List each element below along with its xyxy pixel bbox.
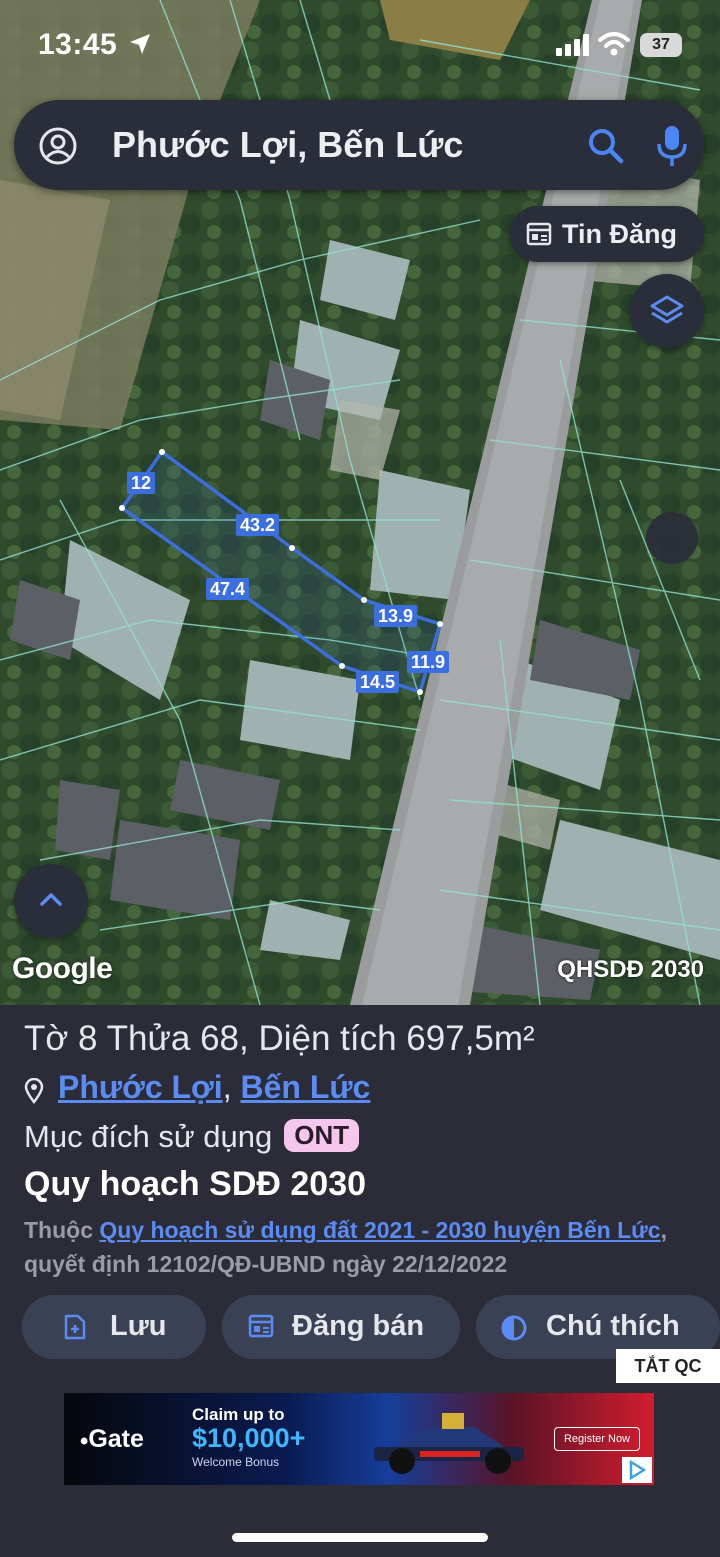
cellular-signal-icon <box>556 34 589 56</box>
ad-claim: Claim up to <box>192 1405 285 1424</box>
battery-indicator: 37 <box>640 33 682 57</box>
parcel-dimension-label: 13.9 <box>374 605 418 627</box>
listings-button[interactable]: Tin Đăng <box>510 206 704 262</box>
parcel-dimension-label: 14.5 <box>356 671 400 693</box>
search-query[interactable]: Phước Lợi, Bến Lức <box>112 124 463 166</box>
layers-button[interactable] <box>630 274 704 348</box>
listing-form-icon <box>248 1314 274 1338</box>
ad-brand-logo: 🞄Gate <box>80 1425 144 1453</box>
save-button[interactable]: Lưu <box>22 1295 206 1359</box>
ad-brand: Gate <box>88 1425 144 1453</box>
plan-title: Quy hoạch SDĐ 2030 <box>24 1165 367 1203</box>
account-icon[interactable] <box>38 126 78 166</box>
ad-register-button[interactable]: Register Now <box>554 1427 640 1451</box>
status-bar: 13:45 37 <box>0 0 720 92</box>
plan-link[interactable]: Quy hoạch sử dụng đất 2021 - 2030 huyện … <box>99 1217 660 1243</box>
home-indicator[interactable] <box>232 1533 488 1542</box>
ad-amount: $10,000+ <box>192 1423 306 1453</box>
compass-button[interactable] <box>646 512 698 564</box>
chevron-up-icon <box>40 893 62 906</box>
hide-ads-button[interactable]: TẮT QC <box>616 1349 720 1383</box>
save-label: Lưu <box>110 1310 167 1342</box>
google-logo: Google <box>12 952 113 985</box>
listings-label: Tin Đăng <box>562 219 678 249</box>
commune-link[interactable]: Phước Lợi <box>58 1069 223 1105</box>
location-pin-icon <box>24 1078 44 1104</box>
search-icon[interactable] <box>586 126 626 166</box>
parcel-dimension-label: 12 <box>127 472 156 494</box>
adchoices-icon[interactable] <box>622 1457 652 1483</box>
purpose-label: Mục đích sử dụng <box>24 1119 273 1154</box>
microphone-icon[interactable] <box>654 124 690 168</box>
parcel-dimension-label: 11.9 <box>407 651 450 673</box>
contrast-icon <box>501 1315 527 1341</box>
plan-prefix: Thuộc <box>24 1217 93 1243</box>
parcel-info-panel: Tờ 8 Thửa 68, Diện tích 697,5m² Phước Lợ… <box>0 1005 720 1557</box>
search-bar[interactable]: Phước Lợi, Bến Lức <box>14 100 704 190</box>
location-arrow-icon <box>130 34 150 54</box>
ad-banner[interactable]: 🞄Gate Claim up to $10,000+ Welcome Bonus… <box>64 1393 654 1485</box>
listings-icon <box>526 222 552 246</box>
legend-label: Chú thích <box>546 1310 680 1342</box>
wifi-icon <box>598 32 630 56</box>
purpose-code-badge: ONT <box>284 1119 360 1152</box>
plan-description: Thuộc Quy hoạch sử dụng đất 2021 - 2030 … <box>24 1213 718 1281</box>
layers-icon <box>650 295 684 324</box>
land-use-purpose: Mục đích sử dụng ONT <box>24 1119 360 1155</box>
parcel-dimension-label: 43.2 <box>236 514 280 536</box>
app-screen: 12 43.2 47.4 13.9 11.9 14.5 13:45 37 Phư… <box>0 0 720 1557</box>
parcel-dimension-label: 47.4 <box>206 578 250 600</box>
post-for-sale-button[interactable]: Đăng bán <box>222 1295 460 1359</box>
parcel-title: Tờ 8 Thửa 68, Diện tích 697,5m² <box>24 1019 535 1058</box>
ad-bonus: Welcome Bonus <box>192 1455 280 1469</box>
race-car-image <box>374 1413 524 1474</box>
map-layer-label: QHSDĐ 2030 <box>557 956 704 983</box>
add-document-icon <box>64 1314 86 1340</box>
location-separator: , <box>222 1069 232 1105</box>
satellite-map[interactable]: 12 43.2 47.4 13.9 11.9 14.5 13:45 37 Phư… <box>0 0 720 1005</box>
district-link[interactable]: Bến Lức <box>240 1069 370 1105</box>
status-time: 13:45 <box>38 28 118 61</box>
post-for-sale-label: Đăng bán <box>292 1310 425 1342</box>
expand-panel-button[interactable] <box>14 864 88 938</box>
